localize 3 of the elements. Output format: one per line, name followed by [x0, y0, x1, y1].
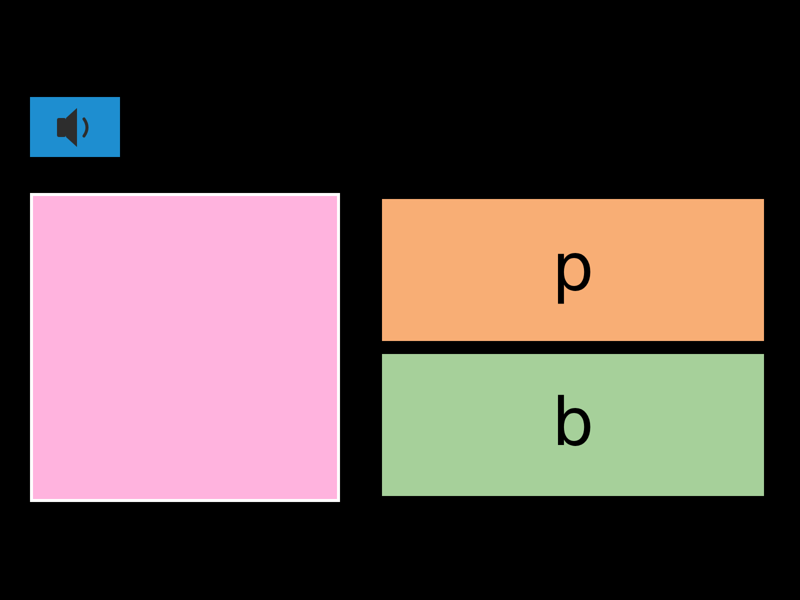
answer-option[interactable]: b: [382, 354, 764, 496]
audio-button[interactable]: [30, 97, 120, 157]
answer-option[interactable]: p: [382, 199, 764, 341]
